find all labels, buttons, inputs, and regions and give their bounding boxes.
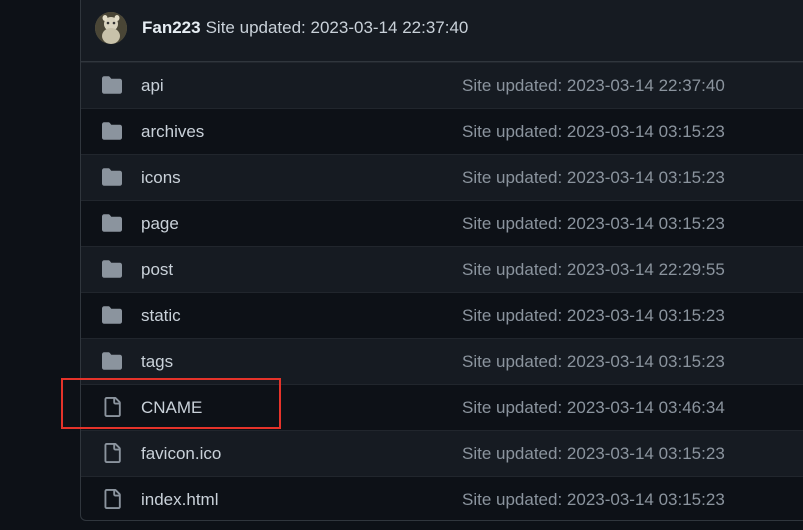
- file-row[interactable]: icons Site updated: 2023-03-14 03:15:23: [81, 154, 803, 200]
- file-row[interactable]: static Site updated: 2023-03-14 03:15:23: [81, 292, 803, 338]
- file-icon: [101, 443, 123, 463]
- folder-icon: [101, 351, 123, 371]
- file-name-link[interactable]: archives: [141, 121, 204, 143]
- file-row[interactable]: page Site updated: 2023-03-14 03:15:23: [81, 200, 803, 246]
- avatar[interactable]: [95, 12, 127, 44]
- file-name-link[interactable]: index.html: [141, 489, 218, 511]
- highlight-annotation-box: [61, 378, 281, 429]
- file-row[interactable]: index.html Site updated: 2023-03-14 03:15…: [81, 476, 803, 520]
- file-icon: [101, 489, 123, 509]
- latest-commit-header: Fan223 Site updated: 2023-03-14 22:37:40: [81, 0, 803, 62]
- commit-message[interactable]: Site updated: 2023-03-14 22:37:40: [206, 18, 469, 37]
- file-commit-message[interactable]: Site updated: 2023-03-14 03:15:23: [462, 305, 725, 327]
- file-commit-message[interactable]: Site updated: 2023-03-14 03:15:23: [462, 443, 725, 465]
- file-row[interactable]: api Site updated: 2023-03-14 22:37:40: [81, 62, 803, 108]
- folder-icon: [101, 213, 123, 233]
- file-row[interactable]: archives Site updated: 2023-03-14 03:15:2…: [81, 108, 803, 154]
- file-commit-message[interactable]: Site updated: 2023-03-14 03:46:34: [462, 397, 725, 419]
- folder-icon: [101, 75, 123, 95]
- file-commit-message[interactable]: Site updated: 2023-03-14 22:37:40: [462, 75, 725, 97]
- folder-icon: [101, 121, 123, 141]
- folder-icon: [101, 259, 123, 279]
- folder-icon: [101, 305, 123, 325]
- file-browser-panel: Fan223 Site updated: 2023-03-14 22:37:40 …: [80, 0, 803, 521]
- file-name-link[interactable]: tags: [141, 351, 173, 373]
- file-name-link[interactable]: static: [141, 305, 181, 327]
- file-name-link[interactable]: page: [141, 213, 179, 235]
- file-name-link[interactable]: favicon.ico: [141, 443, 221, 465]
- file-name-link[interactable]: icons: [141, 167, 181, 189]
- folder-icon: [101, 167, 123, 187]
- avatar-image: [95, 12, 127, 44]
- file-name-link[interactable]: api: [141, 75, 164, 97]
- file-commit-message[interactable]: Site updated: 2023-03-14 03:15:23: [462, 351, 725, 373]
- file-commit-message[interactable]: Site updated: 2023-03-14 03:15:23: [462, 121, 725, 143]
- file-commit-message[interactable]: Site updated: 2023-03-14 03:15:23: [462, 167, 725, 189]
- file-row[interactable]: favicon.ico Site updated: 2023-03-14 03:1…: [81, 430, 803, 476]
- commit-summary: Fan223 Site updated: 2023-03-14 22:37:40: [142, 17, 468, 39]
- commit-author[interactable]: Fan223: [142, 18, 201, 37]
- file-commit-message[interactable]: Site updated: 2023-03-14 22:29:55: [462, 259, 725, 281]
- file-row[interactable]: post Site updated: 2023-03-14 22:29:55: [81, 246, 803, 292]
- file-commit-message[interactable]: Site updated: 2023-03-14 03:15:23: [462, 213, 725, 235]
- file-name-link[interactable]: post: [141, 259, 173, 281]
- file-commit-message[interactable]: Site updated: 2023-03-14 03:15:23: [462, 489, 725, 511]
